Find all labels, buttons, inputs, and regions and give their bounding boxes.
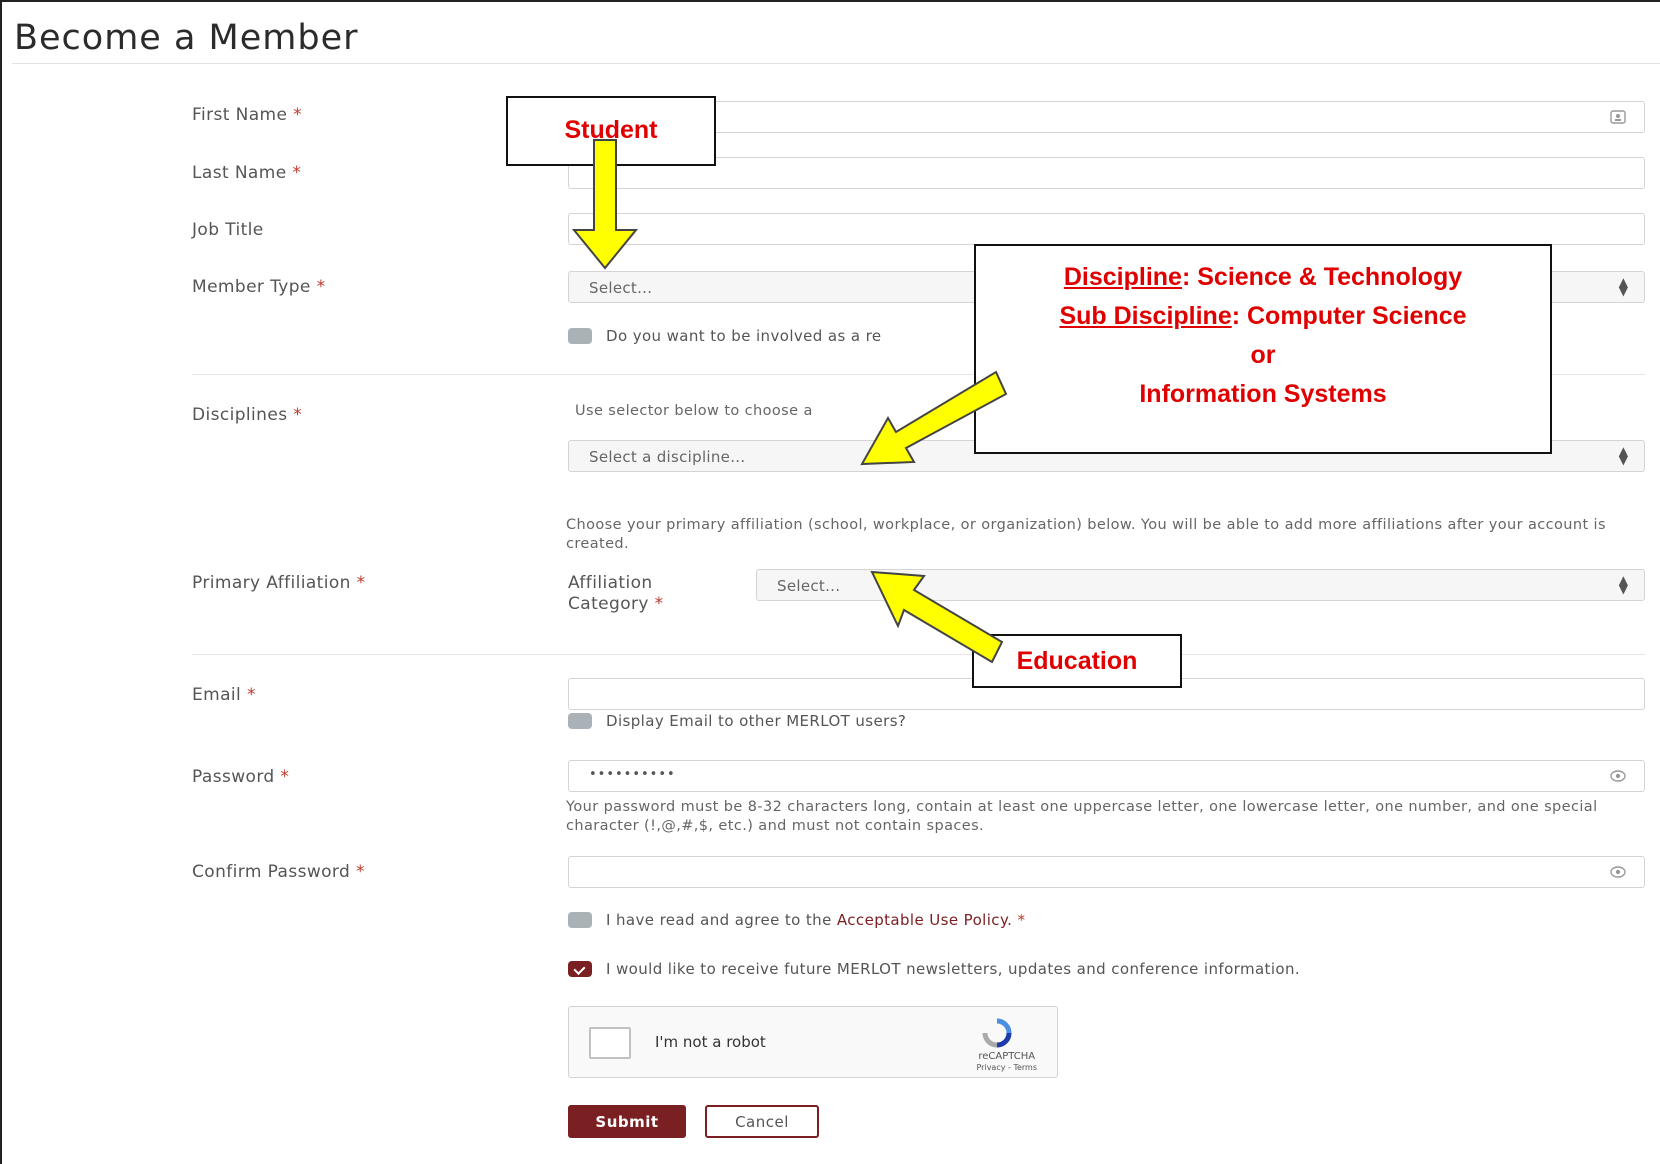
member-type-label: Member Type * (192, 277, 326, 297)
confirm-password-input[interactable] (568, 856, 1645, 888)
or-line: or (1250, 341, 1276, 369)
eye-icon[interactable] (1610, 865, 1626, 879)
discipline-line: Discipline: Science & Technology (1063, 263, 1463, 291)
newsletter-label: I would like to receive future MERLOT ne… (606, 960, 1301, 978)
password-label: Password * (192, 767, 290, 787)
newsletter-checkbox[interactable] (568, 961, 592, 977)
title-divider (12, 63, 1660, 64)
submit-button[interactable]: Submit (568, 1105, 686, 1138)
cancel-button[interactable]: Cancel (705, 1105, 819, 1138)
display-email-checkbox[interactable] (568, 713, 592, 729)
password-help: Your password must be 8-32 characters lo… (566, 799, 1598, 834)
aup-checkbox[interactable] (568, 912, 592, 928)
diagonal-arrow-discipline (860, 370, 1008, 466)
last-name-label: Last Name * (192, 163, 302, 183)
reviewer-checkbox[interactable] (568, 328, 592, 344)
reviewer-checkbox-label: Do you want to be involved as a re (606, 327, 882, 345)
aup-text: I have read and agree to the Acceptable … (606, 911, 1026, 929)
diagonal-arrow-education (870, 570, 1004, 664)
contact-card-icon (1610, 110, 1626, 124)
affiliation-help: Choose your primary affiliation (school,… (566, 517, 1606, 552)
disciplines-label: Disciplines * (192, 405, 303, 425)
reviewer-checkbox-row[interactable]: Do you want to be involved as a re (568, 327, 881, 345)
info-systems-line: Information Systems (1139, 380, 1387, 408)
email-label: Email * (192, 685, 256, 705)
aup-link[interactable]: Acceptable Use Policy. (837, 911, 1012, 929)
first-name-input[interactable] (568, 101, 1645, 133)
recaptcha-logo-icon (982, 1018, 1012, 1048)
recaptcha-checkbox[interactable] (589, 1027, 631, 1059)
subdiscipline-line: Sub Discipline: Computer Science (1059, 302, 1467, 330)
discipline-callout: Discipline: Science & Technology Sub Dis… (974, 244, 1552, 454)
first-name-label: First Name * (192, 105, 303, 125)
recaptcha-brand: reCAPTCHA Privacy - Terms (976, 1051, 1038, 1073)
display-email-label: Display Email to other MERLOT users? (606, 712, 907, 730)
newsletter-row[interactable]: I would like to receive future MERLOT ne… (568, 960, 1300, 978)
affiliation-category-label: Affiliation Category * (568, 573, 664, 614)
primary-affiliation-label: Primary Affiliation * (192, 573, 366, 593)
recaptcha-label: I'm not a robot (655, 1033, 766, 1051)
password-input[interactable]: •••••••••• (568, 760, 1645, 792)
job-title-input[interactable] (568, 213, 1645, 245)
discipline-select-value: Select a discipline... (589, 448, 746, 466)
display-email-row[interactable]: Display Email to other MERLOT users? (568, 712, 906, 730)
recaptcha-links[interactable]: Privacy - Terms (977, 1062, 1038, 1073)
eye-icon[interactable] (1610, 769, 1626, 783)
member-type-value: Select... (589, 279, 653, 297)
confirm-password-label: Confirm Password * (192, 862, 365, 882)
aup-row[interactable]: I have read and agree to the Acceptable … (568, 911, 1025, 929)
down-arrow (571, 139, 639, 270)
select-caret-icon: ▲ ▼ (1618, 573, 1628, 596)
recaptcha-widget: I'm not a robot reCAPTCHA Privacy - Term… (568, 1006, 1058, 1078)
password-value: •••••••••• (589, 767, 676, 782)
job-title-label: Job Title (192, 220, 264, 240)
affiliation-category-value: Select... (777, 577, 841, 595)
page-title: Become a Member (14, 18, 359, 58)
select-caret-icon: ▲ ▼ (1618, 275, 1628, 298)
select-caret-icon: ▲ ▼ (1618, 444, 1628, 467)
last-name-input[interactable] (568, 157, 1645, 189)
